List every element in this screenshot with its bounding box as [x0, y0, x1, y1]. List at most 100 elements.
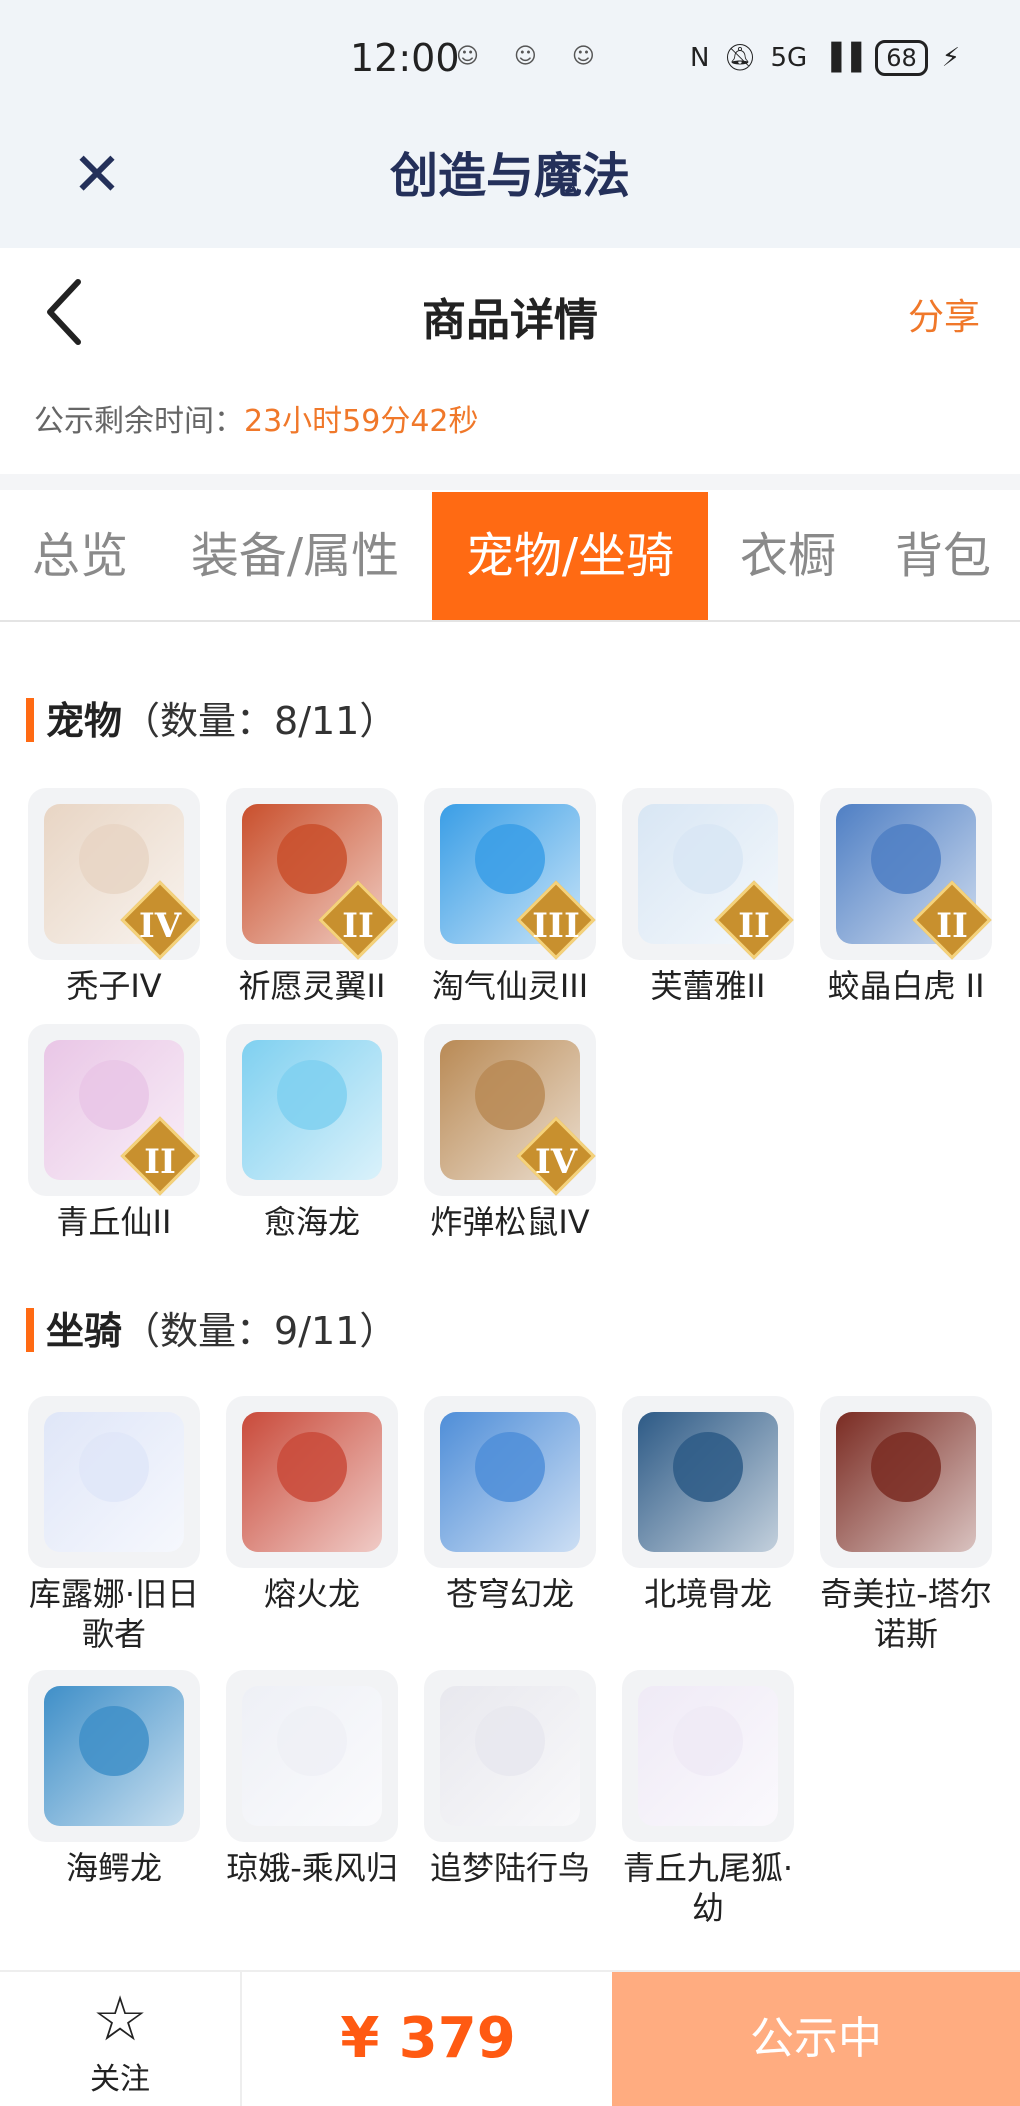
mount-thumbnail: [28, 1396, 200, 1568]
status-time: 12:00: [350, 36, 460, 80]
rank-badge-label: III: [532, 906, 580, 946]
mount-item[interactable]: 海鳄龙: [28, 1670, 200, 1888]
rank-badge-label: II: [936, 906, 968, 946]
mount-name: 奇美拉-塔尔诺斯: [820, 1575, 992, 1653]
mount-figure: [475, 1706, 545, 1776]
bottom-bar: ☆ 关注 ¥ 379 公示中: [0, 1970, 1020, 2106]
pet-figure: [871, 824, 941, 894]
countdown: 公示剩余时间：23小时59分42秒: [34, 396, 479, 440]
mount-item[interactable]: 琼娥-乘风归: [226, 1670, 398, 1888]
nav-bar: 商品详情 分享: [0, 248, 1020, 378]
mount-figure: [871, 1432, 941, 1502]
section-marker: [26, 697, 34, 742]
pet-figure: [475, 1060, 545, 1130]
pet-name: 愈海龙: [263, 1203, 360, 1241]
countdown-label: 公示剩余时间：: [34, 404, 244, 439]
pet-name: 祈愿灵翼II: [238, 967, 386, 1005]
pet-thumbnail: IV: [424, 1024, 596, 1196]
mount-thumbnail: [226, 1396, 398, 1568]
price: ¥ 379: [340, 2006, 516, 2071]
follow-label: 关注: [90, 2062, 150, 2097]
mount-figure: [79, 1706, 149, 1776]
mount-figure: [475, 1432, 545, 1502]
pet-figure: [673, 824, 743, 894]
section-marker: [26, 1307, 34, 1352]
pet-item[interactable]: II 青丘仙II: [28, 1024, 200, 1242]
tab-equipment[interactable]: 装备/属性: [170, 492, 420, 620]
mount-thumbnail: [226, 1670, 398, 1842]
pet-item[interactable]: II 芙蕾雅II: [622, 788, 794, 1006]
rank-badge-label: II: [342, 906, 374, 946]
tab-overview[interactable]: 总览: [0, 492, 160, 620]
mount-name: 库露娜·旧日歌者: [28, 1575, 200, 1653]
mounts-title: 坐骑: [46, 1309, 123, 1353]
mount-figure: [673, 1432, 743, 1502]
mount-figure: [673, 1706, 743, 1776]
mount-figure: [277, 1432, 347, 1502]
pet-name: 芙蕾雅II: [650, 967, 766, 1005]
mount-thumbnail: [622, 1396, 794, 1568]
pet-item[interactable]: IV 炸弹松鼠IV: [424, 1024, 596, 1242]
pet-thumbnail: II: [820, 788, 992, 960]
mount-item[interactable]: 青丘九尾狐·幼: [622, 1670, 794, 1928]
app-title: 创造与魔法: [389, 148, 630, 204]
mount-item[interactable]: 熔火龙: [226, 1396, 398, 1614]
pet-thumbnail: III: [424, 788, 596, 960]
mount-item[interactable]: 奇美拉-塔尔诺斯: [820, 1396, 992, 1654]
mount-name: 北境骨龙: [643, 1575, 772, 1613]
mount-name: 琼娥-乘风归: [226, 1849, 398, 1887]
pet-thumbnail: IV: [28, 788, 200, 960]
pet-item[interactable]: II 蛟晶白虎 II: [820, 788, 992, 1006]
mount-name: 苍穹幻龙: [445, 1575, 574, 1613]
tab-pets-mounts[interactable]: 宠物/坐骑: [432, 492, 708, 620]
share-button[interactable]: 分享: [908, 288, 980, 340]
pets-title: 宠物: [46, 699, 123, 743]
mount-figure: [277, 1706, 347, 1776]
status-indicators: N 🔕︎ 5G ▐▐ 68 ⚡︎: [690, 40, 960, 76]
mount-item[interactable]: 北境骨龙: [622, 1396, 794, 1614]
pet-name: 淘气仙灵III: [431, 967, 589, 1005]
pets-section-title: 宠物（数量：8/11）: [26, 690, 397, 746]
pet-thumbnail: II: [28, 1024, 200, 1196]
pets-count: （数量：8/11）: [122, 699, 398, 743]
tab-wardrobe[interactable]: 衣橱: [720, 492, 856, 620]
rank-badge-label: II: [738, 906, 770, 946]
pet-item[interactable]: II 祈愿灵翼II: [226, 788, 398, 1006]
mount-thumbnail: [28, 1670, 200, 1842]
pet-name: 秃子IV: [66, 967, 162, 1005]
charging-icon: ⚡︎: [941, 43, 960, 73]
pet-item[interactable]: IV 秃子IV: [28, 788, 200, 1006]
pet-figure: [277, 824, 347, 894]
mount-name: 追梦陆行鸟: [429, 1849, 590, 1887]
mount-item[interactable]: 苍穹幻龙: [424, 1396, 596, 1614]
mount-item[interactable]: 追梦陆行鸟: [424, 1670, 596, 1888]
pet-thumbnail: II: [622, 788, 794, 960]
mount-thumbnail: [820, 1396, 992, 1568]
battery-icon: 68: [875, 40, 928, 76]
pet-name: 青丘仙II: [56, 1203, 172, 1241]
rank-badge-label: IV: [138, 906, 182, 946]
follow-button[interactable]: ☆ 关注: [0, 1972, 242, 2106]
star-icon: ☆: [92, 1982, 148, 2055]
tab-backpack[interactable]: 背包: [870, 492, 1016, 620]
tab-bar: 总览 装备/属性 宠物/坐骑 衣橱 背包: [0, 492, 1020, 622]
page-title: 商品详情: [422, 295, 598, 346]
status-bar: 12:00 ☺ ☺ ☺ N 🔕︎ 5G ▐▐ 68 ⚡︎: [0, 0, 1020, 120]
mount-name: 熔火龙: [263, 1575, 360, 1613]
pet-name: 蛟晶白虎 II: [827, 967, 985, 1005]
mount-thumbnail: [622, 1670, 794, 1842]
mount-item[interactable]: 库露娜·旧日歌者: [28, 1396, 200, 1654]
pet-item[interactable]: III 淘气仙灵III: [424, 788, 596, 1006]
public-status-button[interactable]: 公示中: [612, 1972, 1020, 2106]
nfc-icon: N: [690, 43, 710, 73]
pet-figure: [79, 1060, 149, 1130]
divider-band: [0, 474, 1020, 490]
pet-figure: [79, 824, 149, 894]
mute-bell-icon: 🔕︎: [723, 43, 757, 73]
mounts-count: （数量：9/11）: [122, 1309, 398, 1353]
pet-figure: [475, 824, 545, 894]
rank-badge-label: II: [144, 1142, 176, 1182]
app-bar: ✕ 创造与魔法: [0, 120, 1020, 248]
pet-item[interactable]: 愈海龙: [226, 1024, 398, 1242]
pet-figure: [277, 1060, 347, 1130]
